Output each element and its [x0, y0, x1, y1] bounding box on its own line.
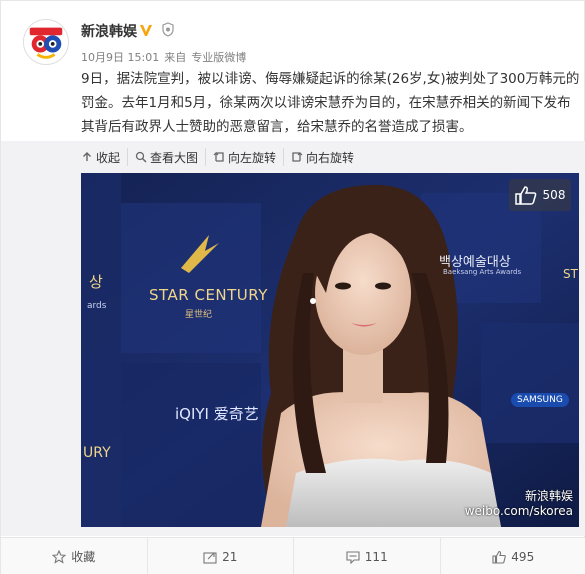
- vip-icon[interactable]: [161, 22, 175, 37]
- iqiyi-logo: iQIYI 爱奇艺: [175, 405, 259, 423]
- watermark-line1: 新浪韩娱: [524, 489, 573, 503]
- like-count: 495: [511, 549, 535, 564]
- rotate-right-button[interactable]: 向右旋转: [283, 148, 361, 166]
- favorite-label: 收藏: [71, 550, 96, 564]
- rotate-left-button[interactable]: 向左旋转: [205, 148, 283, 166]
- avatar[interactable]: [23, 19, 69, 65]
- v-badge-icon: [140, 25, 152, 36]
- sponsor-sub: 星世纪: [185, 310, 213, 320]
- arrow-up-icon: [83, 152, 91, 161]
- view-large-button[interactable]: 查看大图: [127, 148, 205, 166]
- post-meta: 10月9日 15:01 来自 专业版微博: [81, 49, 251, 65]
- award-english: Baeksang Arts Awards: [443, 268, 522, 276]
- sponsor-logo: STAR CENTURY: [149, 286, 268, 304]
- samsung-logo: SAMSUNG: [511, 393, 569, 407]
- comment-button[interactable]: 111: [293, 538, 440, 574]
- view-large-label: 查看大图: [150, 150, 199, 165]
- star-icon: [52, 549, 67, 564]
- like-button[interactable]: 495: [439, 538, 585, 574]
- photo-like-button[interactable]: 508: [509, 179, 571, 211]
- left-english: ards: [87, 301, 107, 311]
- repost-count: 21: [222, 549, 238, 564]
- photo-watermark: 新浪韩娱 weibo.com/skorea: [465, 489, 573, 519]
- favorite-button[interactable]: 收藏: [1, 538, 147, 574]
- rotate-left-label: 向左旋转: [228, 150, 277, 165]
- timestamp[interactable]: 10月9日 15:01: [81, 51, 159, 64]
- left-korean: 상: [89, 273, 103, 291]
- post-photo[interactable]: STAR CENTURY 星世纪 백상예술대상 Baeksang Arts Aw…: [81, 173, 579, 527]
- left-bottom-text: URY: [83, 445, 111, 461]
- zoom-icon: [135, 151, 147, 163]
- username[interactable]: 新浪韩娱: [81, 21, 137, 41]
- source-prefix: 来自: [164, 51, 187, 64]
- iqiyi-text: 爱奇艺: [213, 405, 259, 423]
- rotate-right-label: 向右旋转: [306, 150, 355, 165]
- comment-count: 111: [364, 549, 388, 564]
- thumbs-up-icon: [514, 186, 536, 205]
- watermark-line2: weibo.com/skorea: [464, 504, 573, 518]
- right-edge-text: ST: [563, 267, 578, 281]
- post-text: 9日，据法院宣判，被以诽谤、侮辱嫌疑起诉的徐某(26岁,女)被判处了300万韩元…: [81, 71, 580, 135]
- sina-korea-logo-icon: [24, 20, 68, 64]
- collapse-button[interactable]: 收起: [81, 148, 127, 166]
- repost-button[interactable]: 21: [146, 538, 294, 574]
- collapse-label: 收起: [96, 150, 121, 165]
- repost-icon: [203, 551, 217, 564]
- photo-scene: [81, 173, 579, 527]
- action-bar: 收藏 21 111 495: [1, 537, 585, 574]
- rotate-left-icon: [213, 152, 224, 162]
- photo-like-count: 508: [542, 188, 566, 202]
- comment-icon: [346, 550, 360, 564]
- thumbs-up-icon: [492, 550, 507, 564]
- source-link[interactable]: 专业版微博: [191, 51, 246, 64]
- rotate-right-icon: [292, 152, 303, 162]
- weibo-post-card: 新浪韩娱 10月9日 15:01 来自 专业版微博 9日，据法院宣判，被以诽谤、侮辱…: [0, 0, 585, 574]
- image-toolbar: 收起 查看大图 向左旋转 向右旋转: [81, 148, 361, 166]
